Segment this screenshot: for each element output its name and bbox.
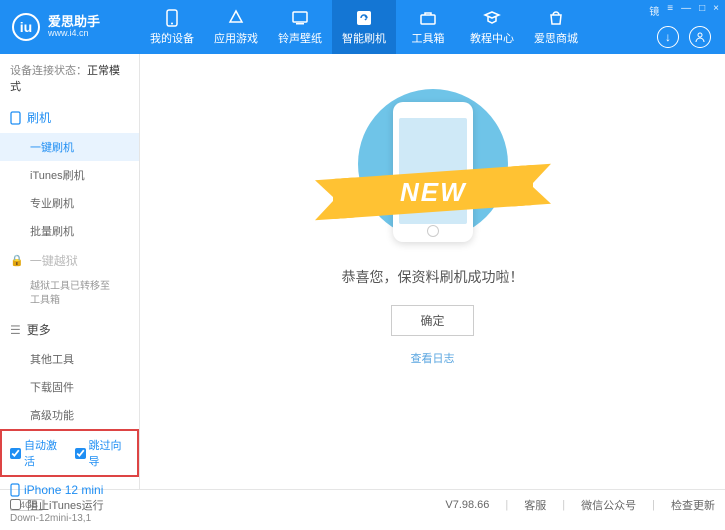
download-icon[interactable]: ↓ [657, 26, 679, 48]
section-title: 更多 [27, 321, 51, 338]
flash-icon [355, 9, 373, 27]
nav-label: 应用游戏 [214, 30, 258, 46]
check-label: 自动激活 [24, 437, 65, 469]
app-url: www.i4.cn [48, 29, 100, 39]
section-flash[interactable]: 刷机 [0, 102, 139, 133]
apps-icon [227, 9, 245, 27]
sidebar: 设备连接状态：正常模式 刷机 一键刷机 iTunes刷机 专业刷机 批量刷机 🔒… [0, 54, 140, 489]
device-model: Down-12mini-13,1 [10, 513, 129, 524]
phone-icon [10, 483, 20, 497]
nav-my-device[interactable]: 我的设备 [140, 0, 204, 54]
header-badges: ↓ [657, 26, 711, 48]
nav-label: 教程中心 [470, 30, 514, 46]
sidebar-item-itunes-flash[interactable]: iTunes刷机 [0, 161, 139, 189]
minimize-icon[interactable]: — [681, 3, 691, 18]
lock-icon: 🔒 [10, 254, 24, 267]
sidebar-item-oneclick-flash[interactable]: 一键刷机 [0, 133, 139, 161]
connection-status: 设备连接状态：正常模式 [0, 54, 139, 102]
nav-label: 智能刷机 [342, 30, 386, 46]
jailbreak-note: 越狱工具已转移至 工具箱 [0, 276, 139, 314]
maximize-icon[interactable]: □ [699, 3, 705, 18]
nav-flash[interactable]: 智能刷机 [332, 0, 396, 54]
skip-guide-input[interactable] [75, 448, 86, 459]
success-illustration: NEW [323, 84, 543, 249]
toolbox-icon [419, 9, 437, 27]
main-panel: NEW 恭喜您，保资料刷机成功啦！ 确定 查看日志 [140, 54, 725, 489]
sidebar-item-batch-flash[interactable]: 批量刷机 [0, 217, 139, 245]
device-name: iPhone 12 mini [10, 483, 129, 497]
section-jailbreak: 🔒 一键越狱 [0, 245, 139, 276]
section-title: 刷机 [27, 109, 51, 126]
skip-guide-check[interactable]: 跳过向导 [75, 437, 130, 469]
check-label: 跳过向导 [89, 437, 130, 469]
sidebar-item-download-fw[interactable]: 下载固件 [0, 373, 139, 401]
nav-tutorial[interactable]: 教程中心 [460, 0, 524, 54]
nav-ringtone[interactable]: 铃声壁纸 [268, 0, 332, 54]
nav-label: 我的设备 [150, 30, 194, 46]
sidebar-item-other-tools[interactable]: 其他工具 [0, 345, 139, 373]
store-icon [547, 9, 565, 27]
sidebar-item-pro-flash[interactable]: 专业刷机 [0, 189, 139, 217]
ctrl-menu-icon[interactable]: ≡ [667, 3, 673, 18]
nav-label: 爱思商城 [534, 30, 578, 46]
user-icon[interactable] [689, 26, 711, 48]
nav-store[interactable]: 爱思商城 [524, 0, 588, 54]
section-more[interactable]: ☰ 更多 [0, 314, 139, 345]
tutorial-icon [483, 9, 501, 27]
support-link[interactable]: 客服 [524, 497, 546, 513]
phone-icon [163, 9, 181, 27]
block-itunes-check[interactable] [10, 499, 21, 510]
phone-icon [10, 111, 21, 125]
auto-activate-check[interactable]: 自动激活 [10, 437, 65, 469]
ribbon-text: NEW [399, 177, 466, 208]
close-icon[interactable]: × [713, 3, 719, 18]
top-nav: 我的设备 应用游戏 铃声壁纸 智能刷机 工具箱 教程中心 爱思商城 [140, 0, 588, 54]
logo-area: iu 爱思助手 www.i4.cn [0, 13, 140, 41]
nav-label: 铃声壁纸 [278, 30, 322, 46]
status-label: 设备连接状态： [10, 65, 87, 77]
nav-apps[interactable]: 应用游戏 [204, 0, 268, 54]
version-label: V7.98.66 [445, 499, 489, 511]
window-controls: 镜 ≡ — □ × [649, 3, 719, 18]
logo-icon: iu [12, 13, 40, 41]
flash-options-box: 自动激活 跳过向导 [0, 429, 139, 477]
auto-activate-input[interactable] [10, 448, 21, 459]
view-log-link[interactable]: 查看日志 [411, 350, 455, 366]
update-link[interactable]: 检查更新 [671, 497, 715, 513]
nav-label: 工具箱 [412, 30, 445, 46]
nav-tools[interactable]: 工具箱 [396, 0, 460, 54]
wechat-link[interactable]: 微信公众号 [581, 497, 636, 513]
section-title: 一键越狱 [30, 252, 78, 269]
ctrl-tools-icon[interactable]: 镜 [649, 3, 659, 18]
more-icon: ☰ [10, 323, 21, 337]
wallpaper-icon [291, 9, 309, 27]
block-itunes-label: 阻止iTunes运行 [27, 497, 104, 513]
sidebar-item-advanced[interactable]: 高级功能 [0, 401, 139, 429]
titlebar: iu 爱思助手 www.i4.cn 我的设备 应用游戏 铃声壁纸 智能刷机 工具… [0, 0, 725, 54]
success-message: 恭喜您，保资料刷机成功啦！ [342, 267, 524, 287]
ok-button[interactable]: 确定 [391, 305, 473, 336]
app-title: 爱思助手 [48, 15, 100, 29]
